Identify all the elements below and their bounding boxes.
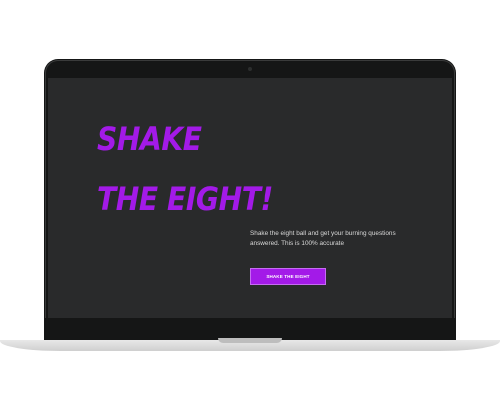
hero-title-line-1: SHAKE [97, 120, 202, 158]
laptop-notch [218, 338, 282, 343]
laptop-mockup: SHAKE THE EIGHT! Shake the eight ball an… [0, 0, 500, 420]
shake-the-eight-button[interactable]: SHAKE THE EIGHT [250, 268, 326, 285]
camera-icon [248, 67, 252, 71]
hero-title-line-2: THE EIGHT! [97, 180, 273, 218]
laptop-screen: SHAKE THE EIGHT! Shake the eight ball an… [48, 78, 452, 318]
hero-description: Shake the eight ball and get your burnin… [250, 230, 396, 247]
